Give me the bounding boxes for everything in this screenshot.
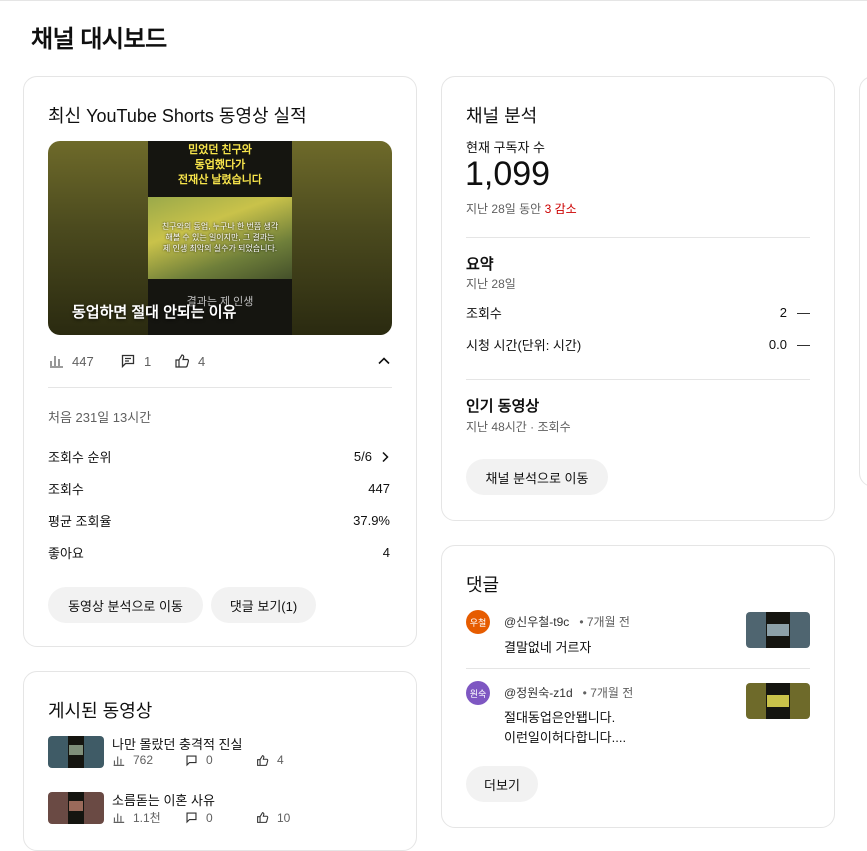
view-comments-button[interactable]: 댓글 보기(1) (211, 587, 316, 623)
video-views: 1.1천 (133, 811, 161, 825)
bar-chart-icon (113, 755, 125, 766)
likes-row-value: 4 (382, 545, 390, 560)
views-count: 447 (72, 353, 94, 369)
comment-meta: @신우철-t9c • 7개월 전 (504, 613, 630, 630)
shorts-card-title: 최신 YouTube Shorts 동영상 실적 (48, 106, 307, 126)
channel-analytics-button[interactable]: 채널 분석으로 이동 (466, 459, 608, 495)
trend-dash: — (797, 337, 810, 352)
divider (466, 237, 810, 238)
video-comments: 0 (206, 810, 213, 825)
top-border (0, 0, 867, 1)
more-comments-button[interactable]: 더보기 (466, 766, 538, 802)
video-likes: 10 (277, 810, 291, 825)
chevron-up-icon[interactable] (376, 353, 392, 369)
video-stats: 762 0 4 (112, 753, 284, 767)
comments-stat: 1 (120, 353, 151, 369)
rank-label: 조회수 순위 (48, 450, 112, 465)
summary-watchtime-label: 시청 시간(단위: 시간) (466, 338, 582, 353)
video-analytics-button[interactable]: 동영상 분석으로 이동 (48, 587, 203, 623)
popular-videos-title: 인기 동영상 (466, 398, 540, 415)
shorts-thumbnail[interactable]: 믿었던 친구와 동업했다가 전재산 날렸습니다 친구와의 동업, 누구나 한 번… (48, 141, 392, 335)
thumbnail-caption: 동업하면 절대 안되는 이유 (72, 304, 237, 321)
chevron-right-icon (382, 451, 389, 462)
divider (466, 379, 810, 380)
thumbs-up-icon (257, 754, 269, 766)
summary-title: 요약 (466, 256, 494, 273)
avg-view-rate-row: 평균 조회율 37.9% (48, 511, 390, 530)
divider (48, 387, 392, 388)
subscribers-change: 지난 28일 동안 3 감소 (466, 200, 577, 217)
summary-watchtime-row: 시청 시간(단위: 시간) 0.0 — (466, 335, 810, 354)
comments-count: 1 (144, 353, 152, 369)
subscribers-decline: 3 감소 (544, 202, 577, 216)
page-title: 채널 대시보드 (31, 26, 167, 53)
comment-icon (186, 754, 197, 766)
video-title[interactable]: 나만 몰랐던 충격적 진실 (112, 734, 242, 753)
views-row-label: 조회수 (48, 482, 84, 497)
video-likes: 4 (277, 753, 284, 767)
comment-meta: @정원숙-z1d • 7개월 전 (504, 684, 633, 701)
likes-row-label: 좋아요 (48, 546, 84, 561)
avg-view-rate-value: 37.9% (353, 513, 390, 528)
likes-stat: 4 (174, 353, 205, 369)
video-comments: 0 (206, 753, 213, 767)
channel-analytics-card: 채널 분석 현재 구독자 수 1,099 지난 28일 동안 3 감소 요약 지… (441, 76, 835, 521)
thumbs-up-icon (257, 812, 269, 823)
comment-text: 절대동업은안됍니다. 이런일이허다합니다.... (504, 710, 627, 745)
summary-views-row: 조회수 2 — (466, 303, 810, 322)
analytics-card-title: 채널 분석 (466, 106, 538, 126)
views-row-value: 447 (368, 481, 390, 496)
comment-author[interactable]: @신우철-t9c (504, 613, 569, 630)
subscribers-label: 현재 구독자 수 (466, 140, 545, 155)
comment-icon (186, 812, 197, 824)
summary-views-label: 조회수 (466, 306, 502, 321)
likes-row: 좋아요 4 (48, 543, 390, 562)
avg-view-rate-label: 평균 조회율 (48, 514, 112, 529)
first-period-label: 처음 231일 13시간 (48, 410, 152, 425)
video-thumbnail[interactable] (48, 792, 104, 824)
summary-watchtime-value: 0.0 (768, 337, 787, 352)
comments-card-title: 댓글 (466, 575, 500, 595)
views-row: 조회수 447 (48, 479, 390, 498)
comments-card: 댓글 우철 @신우철-t9c • 7개월 전 결말없네 거르자 원숙 @정원숙-… (441, 545, 835, 828)
divider (466, 668, 810, 669)
bar-chart-icon (113, 813, 125, 823)
bar-chart-icon (50, 356, 63, 368)
avatar[interactable]: 우철 (466, 610, 490, 634)
comment-time: • 7개월 전 (582, 686, 634, 700)
comment-video-thumbnail[interactable] (746, 612, 810, 648)
published-card-title: 게시된 동영상 (48, 701, 153, 721)
rank-row[interactable]: 조회수 순위 5/6 (48, 447, 392, 466)
thumbnail-headline: 믿었던 친구와 동업했다가 전재산 날렸습니다 (177, 144, 262, 186)
comment-author[interactable]: @정원숙-z1d (504, 684, 573, 701)
subscribers-count: 1,099 (465, 155, 551, 193)
summary-views-value: 2 (779, 305, 787, 320)
video-title[interactable]: 소름돋는 이혼 사유 (112, 790, 215, 809)
comment-video-thumbnail[interactable] (746, 683, 810, 719)
comment-text: 결말없네 거르자 (504, 640, 592, 655)
video-stats: 1.1천 0 10 (112, 809, 290, 826)
avatar[interactable]: 원숙 (466, 681, 490, 705)
views-stat: 447 (48, 353, 94, 369)
rank-value: 5/6 (353, 449, 372, 464)
trend-dash: — (797, 305, 810, 320)
subscribers-change-prefix: 지난 28일 동안 (466, 202, 545, 216)
thumbs-up-icon (175, 354, 190, 368)
video-thumbnail[interactable] (48, 736, 104, 768)
comment-icon (121, 354, 135, 369)
partial-card-right (859, 76, 867, 487)
comment-time: • 7개월 전 (579, 615, 630, 629)
published-videos-card: 게시된 동영상 나만 몰랐던 충격적 진실 762 0 4 소름돋는 이혼 사유… (23, 671, 417, 851)
popular-videos-sub: 지난 48시간 · 조회수 (466, 420, 571, 434)
thumbnail-body-text: 친구와의 동업, 누구나 한 번쯤 생각 해볼 수 있는 일이지만, 그 결과는… (161, 222, 279, 253)
video-views: 762 (133, 753, 154, 767)
likes-count: 4 (198, 353, 206, 369)
summary-period: 지난 28일 (466, 277, 516, 291)
shorts-performance-card: 최신 YouTube Shorts 동영상 실적 믿었던 친구와 동업했다가 전… (23, 76, 417, 647)
